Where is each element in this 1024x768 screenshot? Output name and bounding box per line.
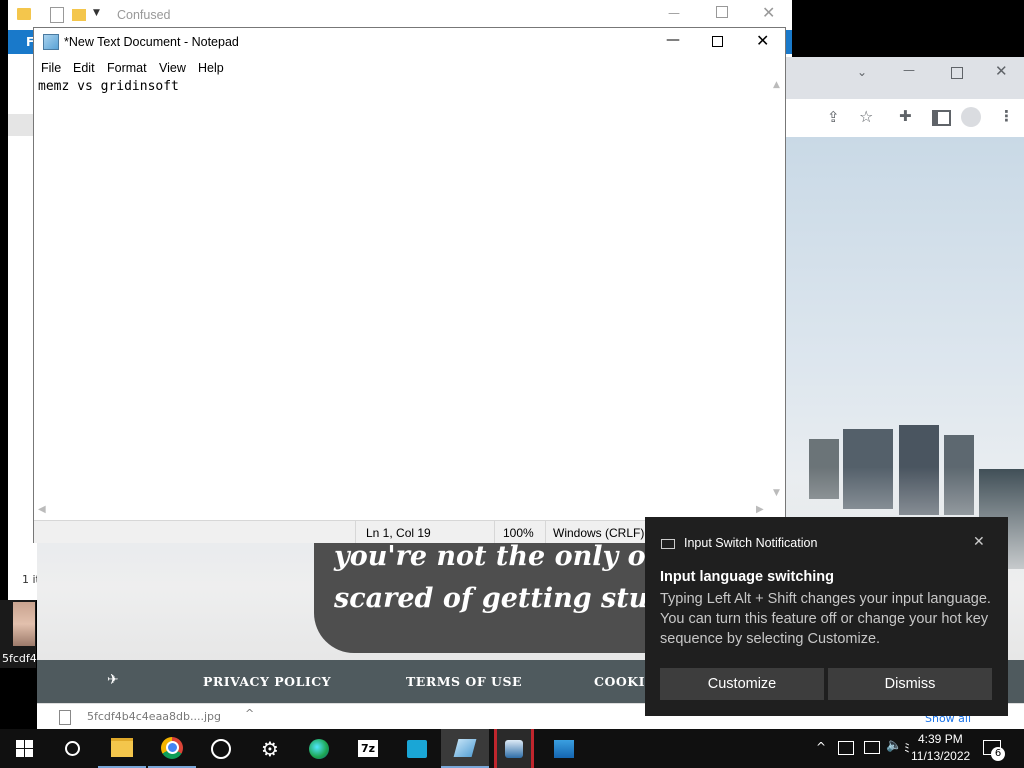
settings-icon: ⚙ [261, 736, 279, 761]
security-icon[interactable] [838, 741, 854, 755]
close-icon[interactable]: ✕ [995, 62, 1008, 80]
scroll-right-icon[interactable]: ▶ [756, 504, 764, 515]
taskbar-7zip[interactable]: 7z [344, 729, 392, 768]
footer-link-terms[interactable]: TERMS OF USE [406, 674, 522, 689]
maximize-icon[interactable] [712, 36, 723, 47]
notification-count-badge: 6 [991, 747, 1005, 761]
close-icon[interactable]: ✕ [762, 3, 775, 22]
minimize-icon[interactable]: — [903, 63, 915, 77]
status-divider [494, 521, 495, 543]
footer-link-cookie[interactable]: COOKI [594, 674, 645, 689]
profile-avatar-icon[interactable] [961, 107, 981, 127]
menu-edit[interactable]: Edit [66, 58, 102, 78]
status-divider [545, 521, 546, 543]
properties-icon[interactable] [50, 7, 64, 23]
menu-view[interactable]: View [152, 58, 193, 78]
taskbar-settings[interactable]: ⚙ [246, 729, 294, 768]
notepad-menubar[interactable]: File Edit Format View Help [34, 58, 785, 78]
file-explorer-icon [111, 738, 133, 757]
taskbar-speedometer[interactable] [197, 729, 245, 768]
more-menu-icon[interactable]: ⋮ [999, 107, 1014, 125]
maximize-icon[interactable] [951, 67, 963, 79]
zoom-level: 100% [503, 526, 534, 540]
scroll-down-icon[interactable]: ▼ [773, 488, 780, 498]
line-ending: Windows (CRLF) [553, 526, 645, 540]
taskbar-chrome[interactable] [148, 729, 196, 768]
chevron-down-icon[interactable]: ▼ [93, 8, 100, 18]
close-icon[interactable]: ✕ [973, 534, 985, 550]
file-icon [59, 710, 71, 725]
gridinsoft-icon [505, 739, 523, 758]
extensions-icon[interactable]: ✚ [899, 107, 912, 125]
notification-heading: Input language switching [660, 569, 834, 585]
notepad-icon [43, 34, 59, 50]
desktop-icon[interactable]: 5fcdf4 [0, 600, 37, 668]
share-icon[interactable]: ⇪ [827, 108, 840, 126]
minimize-icon[interactable]: — [668, 6, 680, 20]
taskbar-notepad[interactable] [441, 729, 489, 768]
search-button[interactable] [48, 729, 96, 768]
explorer-nav-selected[interactable] [8, 114, 34, 136]
minimize-icon[interactable]: — [666, 32, 680, 48]
windows-logo-icon [15, 740, 33, 757]
notepad-icon [453, 738, 477, 757]
vertical-scrollbar[interactable]: ▲ ▼ [770, 78, 785, 504]
edge-icon [309, 738, 329, 759]
notification-body: Typing Left Alt + Shift changes your inp… [660, 591, 991, 647]
taskbar-gridinsoft[interactable] [494, 729, 534, 768]
photos-icon [554, 739, 574, 758]
chrome-icon [161, 736, 183, 759]
close-icon[interactable]: ✕ [756, 31, 769, 50]
notification-app-name: Input Switch Notification [684, 536, 818, 550]
notepad-title: *New Text Document - Notepad [64, 35, 239, 49]
volume-icon[interactable]: 🔈 [886, 738, 902, 753]
download-filename[interactable]: 5fcdf4b4c4eaa8db....jpg [87, 710, 221, 723]
language-icon[interactable]: ﾐ [904, 739, 910, 756]
desktop-icon-label: 5fcdf4 [2, 652, 37, 665]
notepad-window[interactable]: *New Text Document - Notepad — ✕ File Ed… [33, 27, 786, 543]
start-button[interactable] [0, 729, 48, 768]
remote-icon [407, 739, 427, 758]
scroll-left-icon[interactable]: ◀ [38, 504, 46, 515]
tab-search-icon[interactable]: ⌄ [857, 65, 867, 79]
bookmark-star-icon[interactable]: ☆ [859, 107, 873, 126]
notepad-titlebar[interactable]: *New Text Document - Notepad — ✕ [34, 28, 785, 58]
7zip-icon: 7z [357, 740, 379, 757]
customize-button[interactable]: Customize [660, 668, 824, 700]
new-folder-icon[interactable] [72, 9, 86, 21]
menu-format[interactable]: Format [100, 58, 154, 78]
chevron-up-icon[interactable]: ^ [245, 707, 254, 720]
network-icon[interactable] [864, 741, 880, 754]
editor-content[interactable]: memz vs gridinsoft [38, 79, 179, 94]
text-editor[interactable]: memz vs gridinsoft [34, 78, 770, 504]
chevron-up-icon[interactable]: ^ [816, 740, 826, 754]
taskbar[interactable]: ⚙ 7z ^ 🔈 ﾐ 4:39 PM 11/13/2022 6 [0, 729, 1024, 768]
folder-icon [17, 8, 31, 20]
taskbar-remote[interactable] [393, 729, 441, 768]
clock-date[interactable]: 11/13/2022 [911, 749, 970, 763]
clock-time[interactable]: 4:39 PM [918, 732, 963, 746]
status-divider [355, 521, 356, 543]
keyboard-icon [661, 539, 675, 549]
footer-link-privacy[interactable]: PRIVACY POLICY [203, 674, 331, 689]
search-icon [64, 741, 80, 756]
taskbar-photos[interactable] [540, 729, 588, 768]
menu-help[interactable]: Help [191, 58, 231, 78]
taskbar-edge[interactable] [295, 729, 343, 768]
taskbar-file-explorer[interactable] [98, 729, 146, 768]
maximize-icon[interactable] [716, 6, 728, 18]
speedometer-icon [211, 738, 231, 759]
image-thumbnail [13, 602, 35, 646]
window-title: Confused [117, 8, 171, 22]
cursor-position: Ln 1, Col 19 [366, 526, 431, 540]
menu-file[interactable]: File [34, 58, 68, 78]
rss-icon[interactable]: ✈ [107, 672, 119, 688]
dismiss-button[interactable]: Dismiss [828, 668, 992, 700]
explorer-titlebar[interactable]: ▼ Confused — ✕ [8, 0, 792, 30]
side-panel-icon[interactable] [932, 110, 951, 126]
scroll-up-icon[interactable]: ▲ [773, 80, 780, 90]
